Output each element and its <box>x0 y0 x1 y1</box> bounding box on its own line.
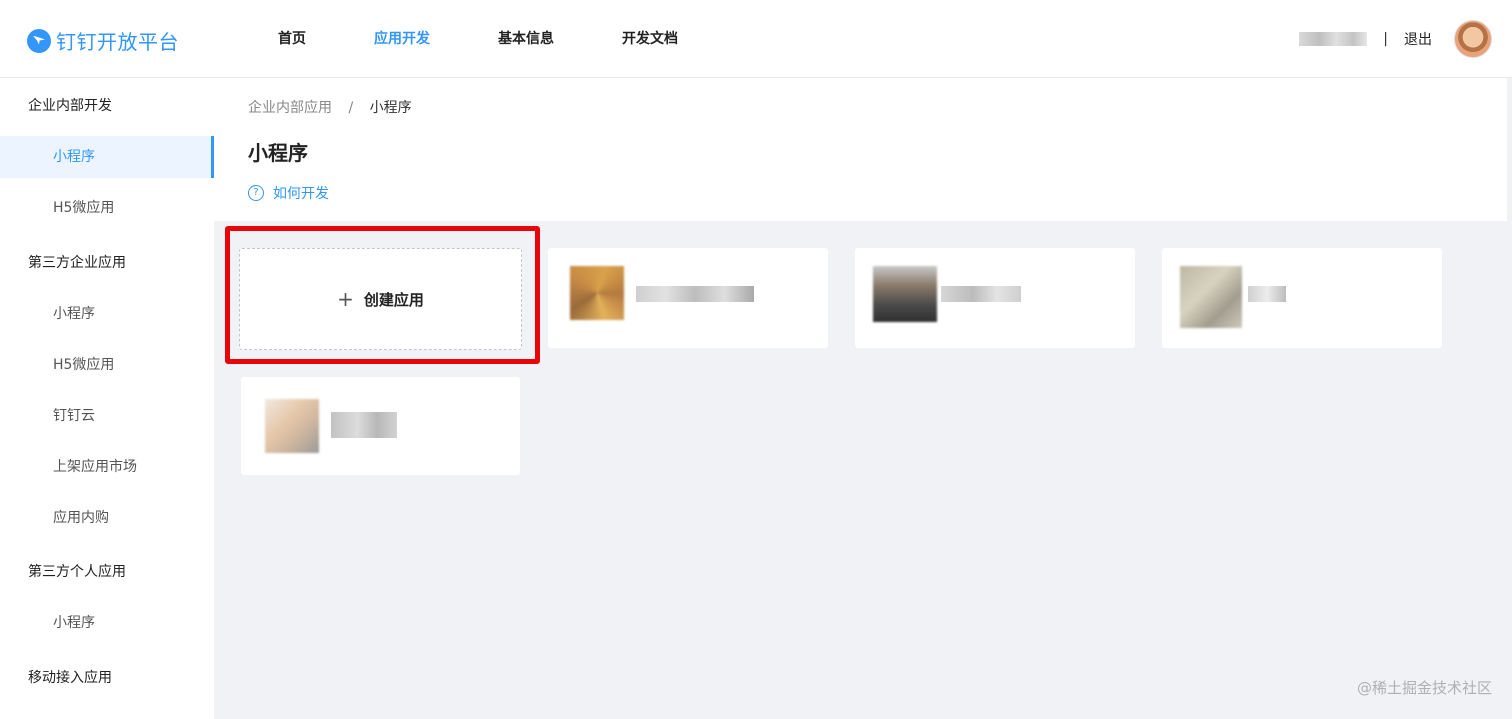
sidebar-group-third-party-enterprise: 第三方企业应用 <box>28 255 126 271</box>
sidebar-group-third-party-personal: 第三方个人应用 <box>28 564 126 580</box>
brand-name: 钉钉开放平台 <box>56 30 179 54</box>
plus-icon: + <box>337 287 354 311</box>
app-icon <box>873 266 937 322</box>
dingtalk-logo-icon <box>27 28 51 53</box>
sidebar-item-tp-h5[interactable]: H5微应用 <box>0 344 214 386</box>
app-icon <box>570 266 624 320</box>
sidebar-item-internal-h5[interactable]: H5微应用 <box>0 187 214 229</box>
page-title: 小程序 <box>248 141 308 165</box>
nav-home[interactable]: 首页 <box>278 0 306 78</box>
user-separator: | <box>1383 31 1388 47</box>
sidebar: 企业内部开发 小程序 H5微应用 第三方企业应用 小程序 H5微应用 钉钉云 上… <box>0 78 214 719</box>
app-icon <box>1180 266 1242 328</box>
sidebar-group-internal: 企业内部开发 <box>28 98 112 114</box>
app-card[interactable] <box>1162 248 1442 348</box>
sidebar-item-internal-miniprogram[interactable]: 小程序 <box>0 136 214 178</box>
app-name-redacted <box>1248 286 1286 302</box>
sidebar-item-app-market[interactable]: 上架应用市场 <box>0 446 214 488</box>
main-nav: 首页 应用开发 基本信息 开发文档 <box>278 0 746 78</box>
breadcrumb-parent[interactable]: 企业内部应用 <box>248 100 332 116</box>
help-link-label: 如何开发 <box>273 186 329 202</box>
breadcrumb-current: 小程序 <box>369 100 412 116</box>
watermark: @稀土掘金技术社区 <box>1356 679 1492 697</box>
top-header: 钉钉开放平台 首页 应用开发 基本信息 开发文档 | 退出 <box>0 0 1512 78</box>
create-app-label: 创建应用 <box>363 290 424 309</box>
app-name-redacted <box>331 412 397 438</box>
sidebar-item-tp-miniprogram[interactable]: 小程序 <box>0 293 214 335</box>
page-header: 企业内部应用 / 小程序 小程序 ? 如何开发 <box>214 78 1507 221</box>
app-name-redacted <box>941 286 1021 302</box>
logout-link[interactable]: 退出 <box>1404 29 1432 49</box>
create-app-button[interactable]: + 创建应用 <box>239 248 522 350</box>
how-to-develop-link[interactable]: ? 如何开发 <box>248 183 329 203</box>
question-circle-icon: ? <box>248 185 264 201</box>
nav-dev-docs[interactable]: 开发文档 <box>622 0 678 78</box>
sidebar-item-in-app-purchase[interactable]: 应用内购 <box>0 497 214 539</box>
sidebar-item-dingtalk-cloud[interactable]: 钉钉云 <box>0 395 214 437</box>
app-card[interactable] <box>548 248 828 348</box>
app-icon <box>265 399 319 453</box>
breadcrumb: 企业内部应用 / 小程序 <box>248 97 412 117</box>
nav-app-dev[interactable]: 应用开发 <box>374 0 430 78</box>
app-card[interactable] <box>241 377 520 475</box>
avatar[interactable] <box>1454 20 1492 58</box>
breadcrumb-separator: / <box>348 100 354 116</box>
nav-basic-info[interactable]: 基本信息 <box>498 0 554 78</box>
app-name-redacted <box>636 286 754 302</box>
app-card[interactable] <box>855 248 1135 348</box>
user-name-redacted <box>1299 32 1368 46</box>
user-area: | 退出 <box>1299 0 1492 78</box>
sidebar-group-mobile-access[interactable]: 移动接入应用 <box>28 667 112 687</box>
brand-logo[interactable]: 钉钉开放平台 <box>27 26 179 55</box>
sidebar-item-personal-miniprogram[interactable]: 小程序 <box>0 602 214 644</box>
